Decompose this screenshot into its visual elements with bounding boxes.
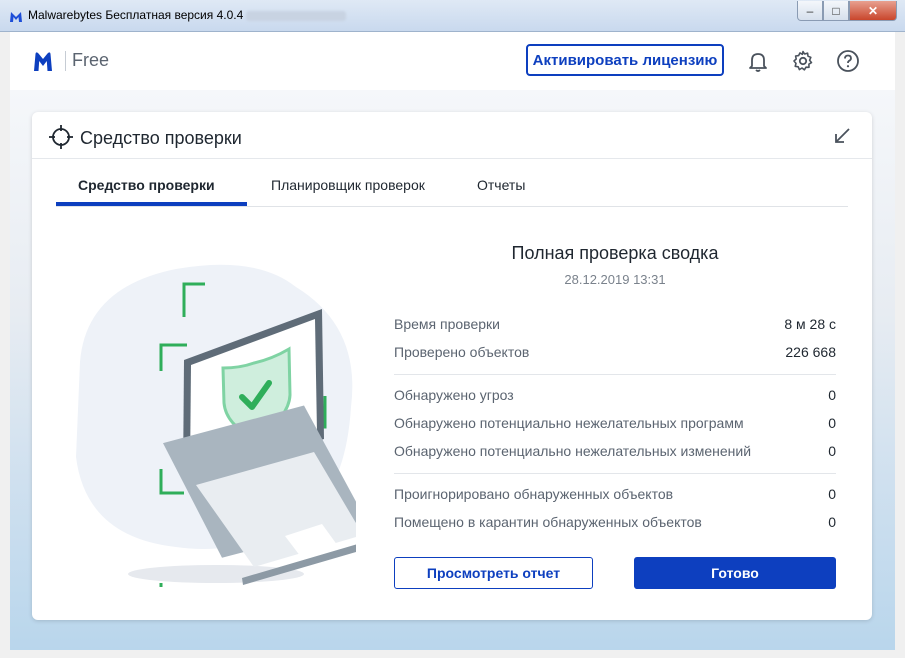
stat-row: Обнаружено угроз 0: [394, 387, 836, 407]
stat-row: Проверено объектов 226 668: [394, 344, 836, 364]
tab-scan-scheduler[interactable]: Планировщик проверок: [271, 177, 425, 193]
malwarebytes-app-icon: [10, 12, 22, 22]
window-title: Malwarebytes Бесплатная версия 4.0.4: [28, 8, 244, 22]
laptop-shield-illustration: [76, 264, 356, 587]
stat-row: Обнаружено потенциально нежелательных из…: [394, 443, 836, 463]
summary-date: 28.12.2019 13:31: [564, 272, 666, 287]
activate-license-button[interactable]: Активировать лицензию: [526, 44, 724, 76]
maximize-button[interactable]: □: [823, 1, 849, 21]
tab-scanner[interactable]: Средство проверки: [78, 177, 215, 193]
window-titlebar: Malwarebytes Бесплатная версия 4.0.4 – □…: [0, 0, 905, 32]
stat-row: Проигнорировано обнаруженных объектов 0: [394, 486, 836, 506]
scanner-tabs: Средство проверки Планировщик проверок О…: [56, 174, 848, 207]
app-header: Free Активировать лицензию: [10, 32, 895, 91]
minimize-button[interactable]: –: [797, 1, 823, 21]
summary-title: Полная проверка сводка: [511, 243, 719, 263]
stats-separator: [394, 374, 836, 375]
stat-value: 0: [828, 514, 836, 530]
card-header-divider: [32, 158, 872, 159]
edition-label: Free: [72, 50, 110, 70]
tab-reports[interactable]: Отчеты: [477, 177, 525, 193]
stats-separator: [394, 473, 836, 474]
crosshair-icon: [49, 125, 73, 149]
stat-label: Проигнорировано обнаруженных объектов: [394, 486, 674, 502]
minimize-icon: –: [806, 3, 814, 18]
stat-row: Помещено в карантин обнаруженных объекто…: [394, 514, 836, 534]
help-icon[interactable]: [836, 49, 860, 73]
stat-label: Проверено объектов: [394, 344, 530, 360]
stat-value: 0: [828, 415, 836, 431]
bell-icon[interactable]: [746, 49, 770, 73]
collapse-arrow-icon[interactable]: [832, 126, 852, 146]
close-icon: ✕: [867, 3, 879, 18]
maximize-icon: □: [832, 3, 840, 18]
stat-value: 0: [828, 443, 836, 459]
stat-label: Обнаружено потенциально нежелательных пр…: [394, 415, 744, 431]
stat-value: 226 668: [785, 344, 836, 360]
brand-divider: [65, 51, 66, 71]
done-button[interactable]: Готово: [634, 557, 836, 589]
stat-value: 0: [828, 387, 836, 403]
stat-value: 8 м 28 с: [784, 316, 836, 332]
stat-row: Время проверки 8 м 28 с: [394, 316, 836, 336]
scanner-card: Средство проверки Средство проверки План…: [32, 112, 872, 620]
stat-label: Помещено в карантин обнаруженных объекто…: [394, 514, 702, 530]
stat-label: Время проверки: [394, 316, 500, 332]
close-button[interactable]: ✕: [849, 1, 897, 21]
view-report-button[interactable]: Просмотреть отчет: [394, 557, 593, 589]
malwarebytes-logo-icon: [34, 52, 52, 71]
version-blurred-text: [246, 11, 346, 21]
stat-label: Обнаружено угроз: [394, 387, 514, 403]
stat-row: Обнаружено потенциально нежелательных пр…: [394, 415, 836, 435]
stat-label: Обнаружено потенциально нежелательных из…: [394, 443, 752, 459]
gear-icon[interactable]: [791, 49, 815, 73]
active-tab-indicator: [56, 202, 247, 206]
stat-value: 0: [828, 486, 836, 502]
card-title: Средство проверки: [80, 128, 242, 148]
